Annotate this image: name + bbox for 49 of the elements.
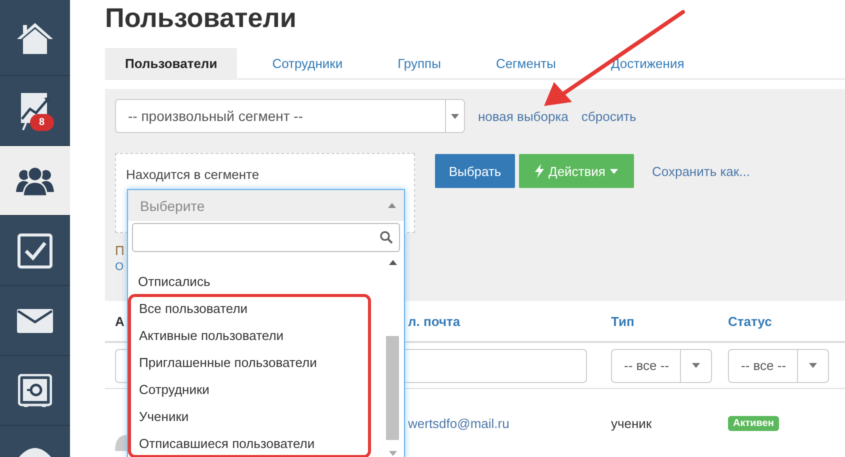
caret-icon [610, 168, 618, 174]
mail-icon [17, 308, 53, 332]
users-icon [16, 166, 54, 196]
email-link[interactable]: wertsdfo@mail.ru [408, 416, 510, 430]
text-link[interactable]: О [115, 261, 124, 273]
segment-select[interactable]: -- произвольный сегмент -- [115, 99, 465, 133]
caret-icon [388, 203, 396, 208]
column-header[interactable]: Тип [611, 314, 634, 328]
condition-label: Находится в сегменте [126, 167, 260, 182]
tab[interactable]: Сотрудники [252, 48, 363, 78]
caret-icon [692, 363, 700, 368]
select-button[interactable]: Выбрать [435, 154, 515, 188]
dropdown-option[interactable]: Сотрудники [129, 376, 370, 403]
status-badge: Активен [728, 416, 779, 430]
dropdown-option[interactable]: Ученики [129, 403, 370, 430]
scrollbar[interactable] [386, 260, 399, 456]
sidebar-item[interactable]: 8 [0, 76, 70, 146]
column-header[interactable]: л. почта [408, 314, 460, 328]
column-header[interactable]: Статус [728, 314, 772, 328]
filter-select[interactable]: -- все -- [611, 348, 712, 382]
lightning-icon [534, 164, 544, 178]
page-title: Пользователи [105, 3, 298, 35]
dropdown-option[interactable]: Приглашенные пользователи [129, 349, 370, 376]
caret-icon [809, 363, 817, 368]
checkbox-icon [17, 232, 53, 268]
tab[interactable]: Пользователи [105, 48, 238, 78]
dropdown-field[interactable]: Выберите [128, 190, 404, 221]
notification-badge: 8 [30, 114, 54, 131]
dropdown-option[interactable]: Активные пользователи [129, 322, 370, 349]
search-icon [380, 231, 393, 244]
sidebar-item[interactable] [0, 146, 70, 216]
dropdown-option[interactable]: Отписавшиеся пользователи [129, 430, 370, 457]
tab[interactable]: Достижения [590, 48, 704, 78]
safe-icon [18, 374, 52, 408]
filter-select[interactable]: -- все -- [728, 348, 829, 382]
home-icon [15, 20, 55, 54]
new-selection-link[interactable]: новая выборка [478, 108, 568, 124]
dropdown-option[interactable]: Все пользователи [129, 295, 370, 322]
table-cell: ученик [611, 416, 652, 430]
search-field[interactable] [132, 223, 400, 252]
column-header: А [115, 314, 124, 328]
field-label: П [115, 243, 124, 258]
tab[interactable]: Сегменты [476, 48, 576, 78]
dropdown-option[interactable]: Отписались [128, 268, 404, 295]
actions-button[interactable]: Действия [519, 154, 634, 188]
reset-link[interactable]: сбросить [581, 108, 636, 124]
tab[interactable]: Группы [378, 48, 461, 78]
caret-icon [451, 114, 459, 118]
save-as-link[interactable]: Сохранить как... [652, 164, 750, 178]
